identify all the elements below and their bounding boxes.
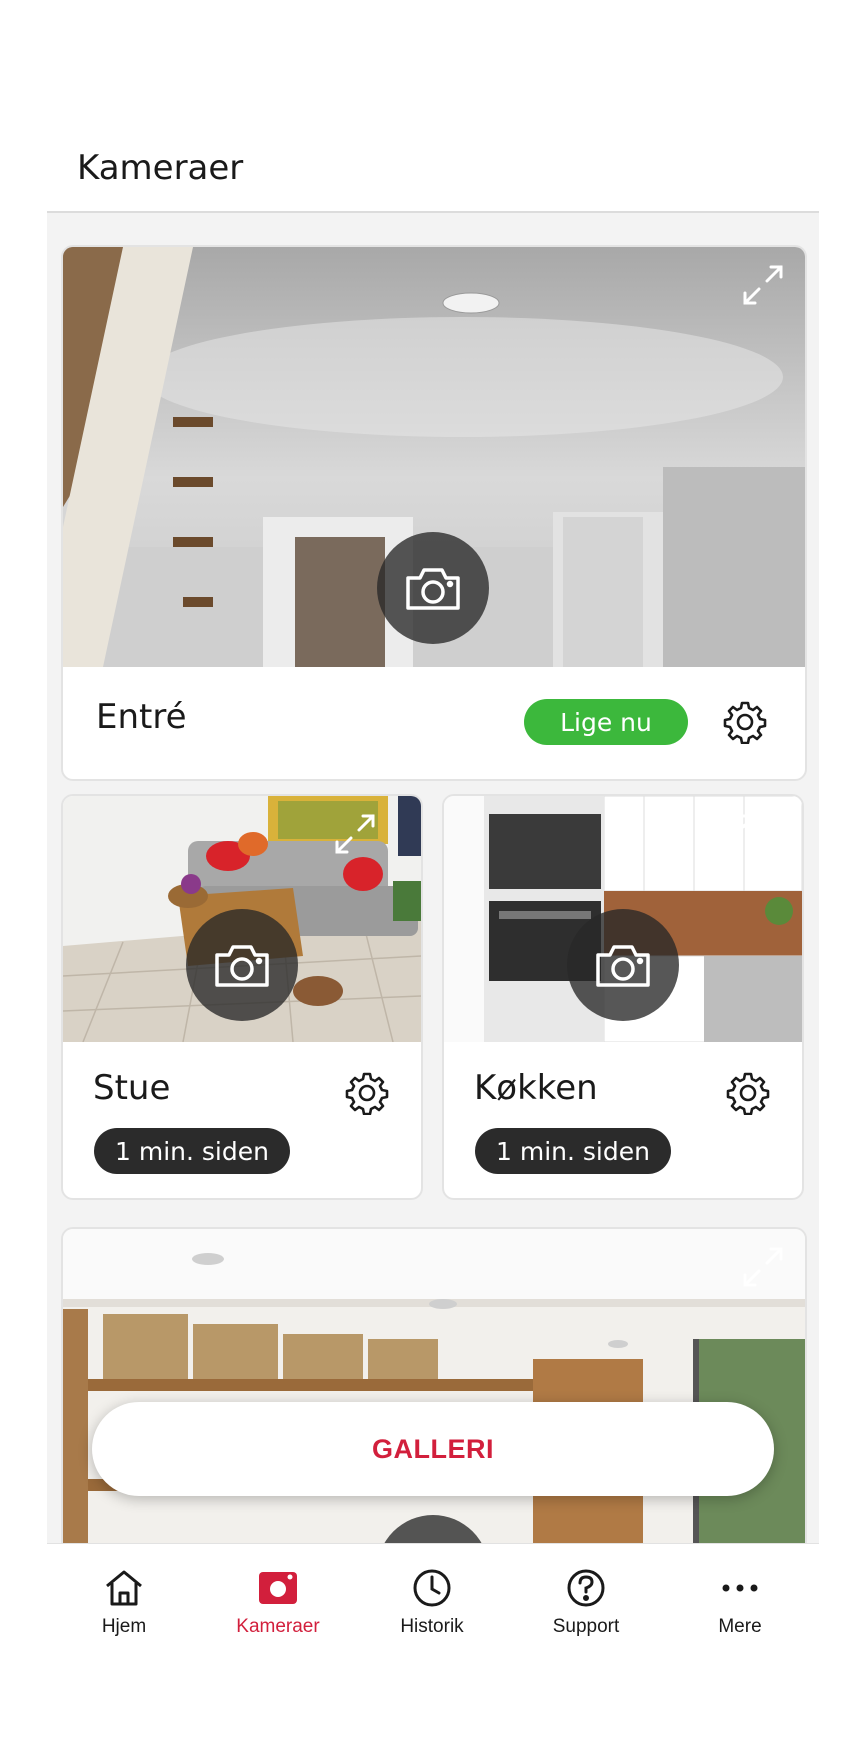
snapshot-button[interactable] <box>377 532 489 644</box>
tab-history[interactable]: Historik <box>355 1544 509 1664</box>
tab-label: Support <box>552 1616 620 1637</box>
camera-name: Stue <box>93 1068 171 1108</box>
camera-icon <box>596 945 650 987</box>
expand-icon[interactable] <box>739 1243 787 1291</box>
expand-icon[interactable] <box>331 810 379 858</box>
tab-support[interactable]: Support <box>509 1544 663 1664</box>
settings-gear-icon[interactable] <box>723 700 767 744</box>
status-badge: Lige nu <box>524 699 688 745</box>
last-update-badge: 1 min. siden <box>475 1128 671 1174</box>
camera-card-kokken[interactable]: Køkken 1 min. siden <box>442 794 804 1200</box>
tab-label: Hjem <box>101 1616 147 1637</box>
camera-card-stue[interactable]: Stue 1 min. siden <box>61 794 423 1200</box>
camera-icon <box>215 945 269 987</box>
camera-card-entre[interactable]: Entré Lige nu <box>61 245 807 781</box>
camera-icon <box>406 568 460 610</box>
settings-gear-icon[interactable] <box>726 1071 770 1115</box>
settings-gear-icon[interactable] <box>345 1071 389 1115</box>
camera-name: Entré <box>96 697 187 737</box>
page-title: Kameraer <box>77 148 244 188</box>
expand-icon[interactable] <box>712 810 760 858</box>
camera-feed-list[interactable]: Entré Lige nu Stue 1 min. siden Køkken 1… <box>47 213 819 1543</box>
camera-icon <box>259 1572 297 1604</box>
bottom-tab-bar: Hjem Kameraer Historik Support Mere <box>47 1543 819 1746</box>
clock-icon <box>413 1569 451 1607</box>
snapshot-button[interactable] <box>186 909 298 1021</box>
help-icon <box>567 1569 605 1607</box>
tab-more[interactable]: Mere <box>663 1544 817 1664</box>
tab-label: Historik <box>400 1616 464 1637</box>
gallery-button[interactable]: GALLERI <box>92 1402 774 1496</box>
last-update-badge: 1 min. siden <box>94 1128 290 1174</box>
camera-name: Køkken <box>474 1068 598 1108</box>
tab-label: Mere <box>718 1616 762 1637</box>
snapshot-button[interactable] <box>567 909 679 1021</box>
home-icon <box>106 1570 142 1606</box>
tab-label: Kameraer <box>236 1616 320 1637</box>
tab-home[interactable]: Hjem <box>47 1544 201 1664</box>
more-icon <box>722 1584 758 1592</box>
expand-icon[interactable] <box>739 261 787 309</box>
tab-cameras[interactable]: Kameraer <box>201 1544 355 1664</box>
